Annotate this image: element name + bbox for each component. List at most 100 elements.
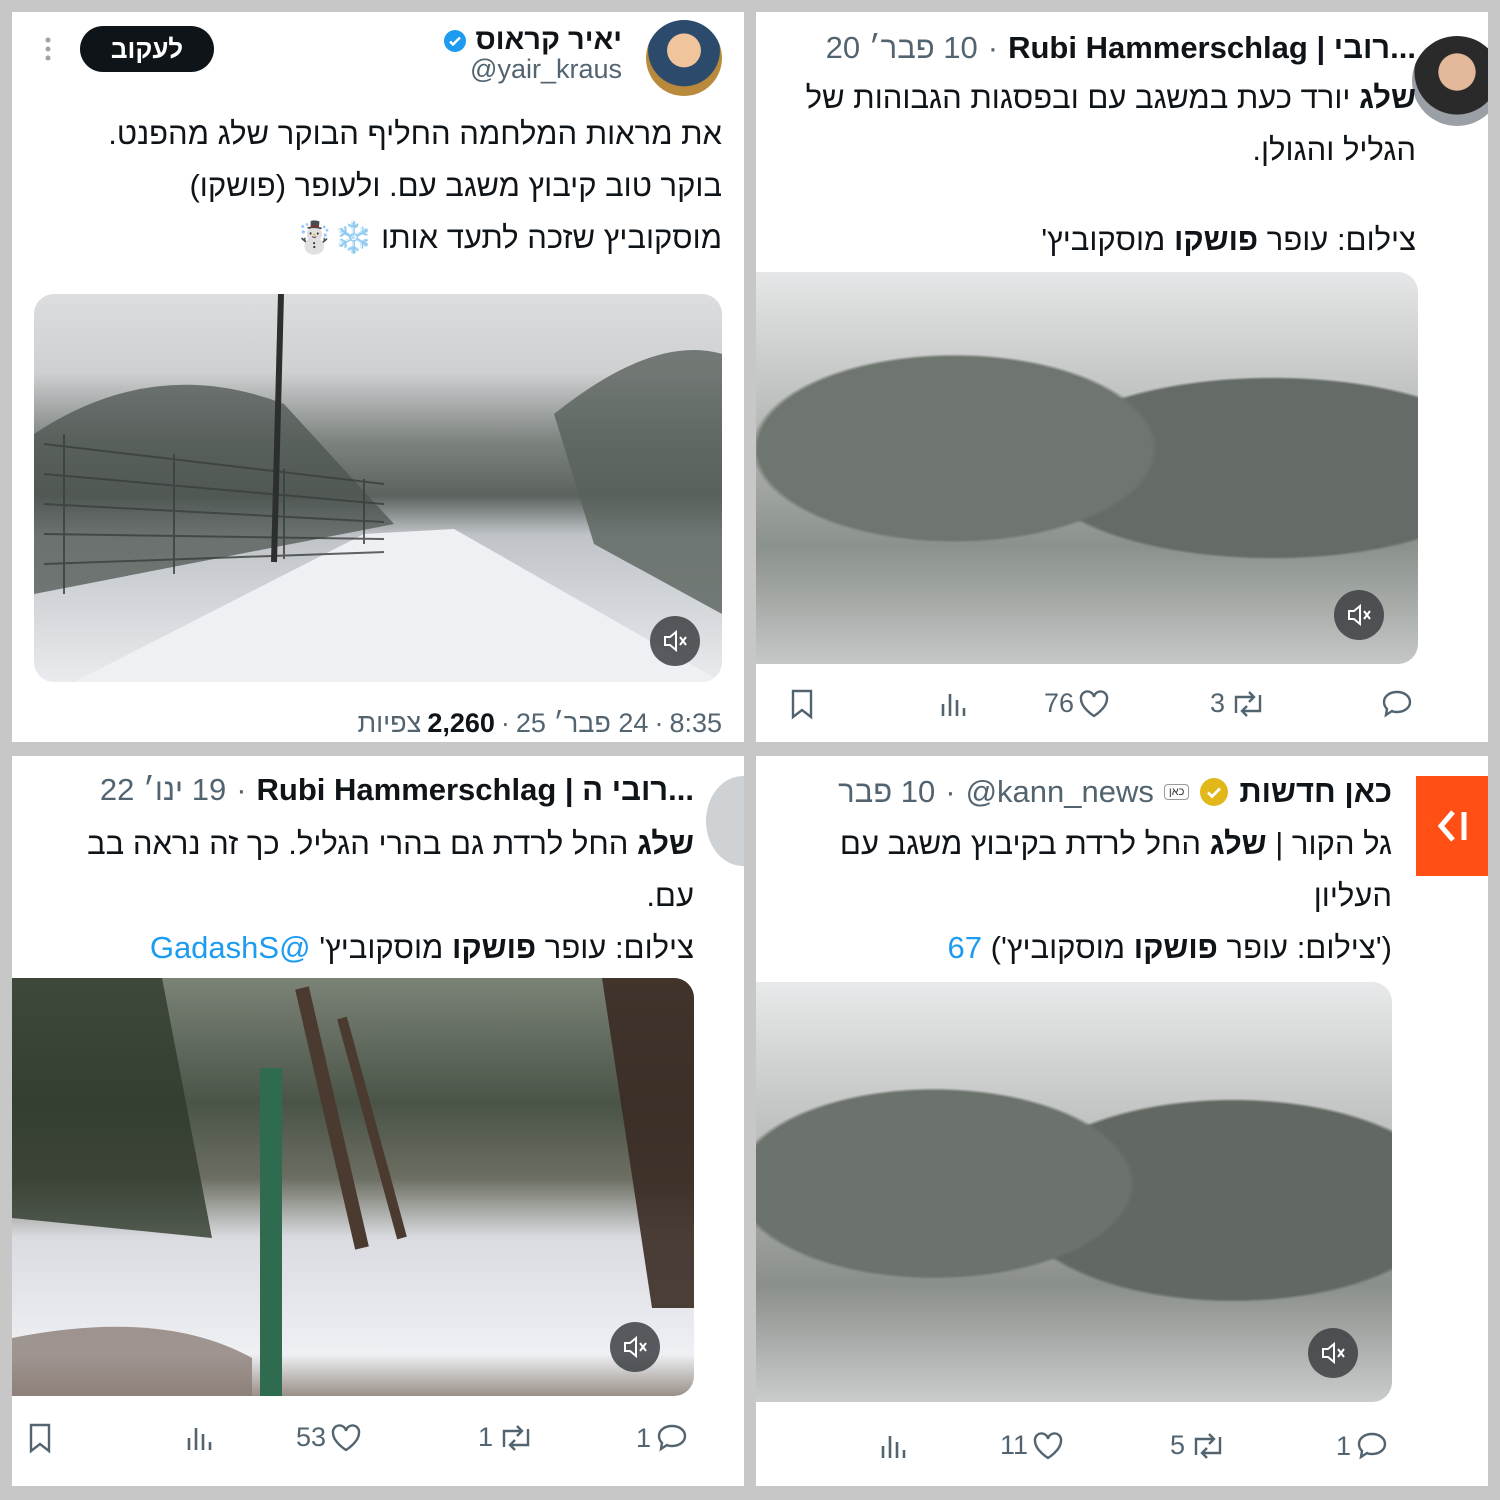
- display-name[interactable]: יאיר קראוס: [475, 24, 622, 57]
- credit-suffix: מוסקוביץ': [319, 930, 444, 965]
- retweet-count: 3: [1210, 688, 1226, 718]
- line-prefix: גל הקור |: [1275, 826, 1392, 861]
- reply-button[interactable]: 1: [1336, 1430, 1389, 1462]
- tweet-line: עם.: [646, 878, 694, 913]
- heart-icon: [1079, 689, 1109, 717]
- volume-mute-icon: [1322, 1341, 1345, 1365]
- view-count: 2,260: [427, 708, 495, 738]
- mention-link[interactable]: @GadashS: [150, 930, 311, 965]
- retweet-count: 1: [478, 1422, 494, 1452]
- tweet-line: יורד כעת במשגב עם ובפסגות הגבוהות של: [805, 80, 1351, 115]
- tweet-line: הגליל והגולן.: [1252, 132, 1416, 167]
- follow-button[interactable]: לעקוב: [80, 26, 214, 72]
- retweet-button[interactable]: 1: [478, 1422, 535, 1453]
- credit-prefix: ('צילום: עופר: [1226, 930, 1392, 965]
- volume-mute-icon: [1348, 603, 1371, 627]
- mute-button[interactable]: [610, 1322, 660, 1372]
- mute-button[interactable]: [1308, 1328, 1358, 1378]
- avatar[interactable]: [706, 776, 744, 866]
- tweet-line: בוקר טוב קיבוץ משגב עם. ולעופר (פושקו): [189, 168, 722, 203]
- park-scene: [12, 978, 694, 1396]
- highlight-word: שלג: [637, 826, 694, 861]
- bookmark-icon: [29, 1423, 51, 1454]
- reply-icon: [657, 1424, 687, 1452]
- credit-bold: פושקו: [1173, 222, 1259, 257]
- analytics-button[interactable]: [878, 1430, 908, 1460]
- credit-suffix: מוסקוביץ'): [990, 930, 1126, 965]
- action-bar: 76 3: [756, 688, 1488, 728]
- reply-icon: [1357, 1432, 1387, 1460]
- bookmark-button[interactable]: [788, 688, 816, 720]
- collapse-arrow-icon: [1437, 810, 1467, 842]
- credit-prefix: צילום: עופר: [1266, 222, 1416, 257]
- tweet-date[interactable]: 10 פבר: [838, 774, 935, 810]
- avatar[interactable]: [646, 20, 722, 96]
- analytics-button[interactable]: [938, 688, 968, 718]
- avatar[interactable]: [1412, 36, 1488, 126]
- heart-icon: [1033, 1431, 1063, 1459]
- like-button[interactable]: 53: [296, 1422, 362, 1453]
- display-name[interactable]: ...רובי ה | Rubi Hammerschlag: [257, 772, 694, 808]
- retweet-button[interactable]: 3: [1210, 688, 1267, 719]
- tweet-kann-news: כאן חדשות כאן @kann_news · 10 פבר גל הקו…: [756, 756, 1488, 1486]
- credit-link[interactable]: 67: [948, 930, 982, 965]
- like-count: 11: [1000, 1430, 1029, 1460]
- tweet-line: החל לרדת בקיבוץ משגב עם: [839, 826, 1202, 861]
- more-vertical-icon[interactable]: [42, 36, 54, 62]
- volume-mute-icon: [664, 629, 687, 653]
- tweet-meta: 8:35 · 24 פבר׳ 25 · 2,260 צפיות: [357, 708, 722, 739]
- mute-button[interactable]: [1334, 590, 1384, 640]
- display-name[interactable]: ...רובי | Rubi Hammerschlag: [1008, 30, 1416, 66]
- tweet-text: את מראות המלחמה החליף הבוקר שלג מהפנט. ב…: [22, 108, 722, 264]
- display-name[interactable]: כאן חדשות: [1239, 774, 1392, 810]
- credit-suffix: מוסקוביץ': [1041, 222, 1166, 257]
- like-count: 53: [296, 1422, 327, 1452]
- retweet-button[interactable]: 5: [1170, 1430, 1227, 1461]
- tweet-line: את מראות המלחמה החליף הבוקר שלג מהפנט.: [108, 116, 722, 151]
- analytics-icon: [881, 1436, 906, 1458]
- tweet-rubi-2: ...רובי ה | Rubi Hammerschlag · 19 ינו׳ …: [12, 756, 744, 1486]
- heart-icon: [331, 1423, 361, 1451]
- tweet-rubi-1: ...רובי | Rubi Hammerschlag · 10 פבר׳ 20…: [756, 12, 1488, 742]
- tweet-line: מוסקוביץ שזכה לתעד אותו ❄️☃️: [295, 220, 722, 255]
- video-snowy-trees[interactable]: [756, 982, 1392, 1402]
- tweet-time[interactable]: 8:35: [669, 708, 722, 739]
- tweet-date[interactable]: 24 פבר׳ 25: [516, 708, 649, 739]
- handle[interactable]: @kann_news: [966, 774, 1154, 810]
- video-snowy-park[interactable]: [12, 978, 694, 1396]
- video-snowy-trees[interactable]: [756, 272, 1418, 664]
- tweet-date[interactable]: 19 ינו׳ 22: [100, 772, 226, 808]
- reply-button[interactable]: 1: [636, 1422, 689, 1454]
- mute-button[interactable]: [650, 616, 700, 666]
- highlight-word: שלג: [1209, 826, 1267, 861]
- reply-count: 1: [636, 1422, 652, 1453]
- handle[interactable]: @yair_kraus: [470, 54, 622, 85]
- tweet-date[interactable]: 10 פבר׳ 20: [826, 30, 978, 66]
- analytics-button[interactable]: [184, 1422, 214, 1452]
- like-count: 76: [1044, 688, 1075, 718]
- org-badge: כאן: [1163, 784, 1190, 800]
- volume-mute-icon: [624, 1335, 647, 1359]
- collapse-button[interactable]: [1416, 776, 1488, 876]
- verified-badge-icon: [444, 29, 467, 52]
- reply-button[interactable]: [1380, 688, 1414, 720]
- tweet-text: שלג החל לרדת גם בהרי הגליל. כך זה נראה ב…: [12, 818, 694, 974]
- retweet-count: 5: [1170, 1430, 1186, 1460]
- reply-count: 1: [1336, 1430, 1352, 1461]
- credit-prefix: צילום: עופר: [544, 930, 694, 965]
- gold-verified-badge-icon: [1200, 778, 1229, 806]
- action-bar: 53 1 1: [12, 1422, 744, 1462]
- like-button[interactable]: 11: [1000, 1430, 1064, 1461]
- tweet-text: גל הקור | שלג החל לרדת בקיבוץ משגב עם הע…: [756, 818, 1392, 974]
- tweet-line: העליון: [1313, 878, 1392, 913]
- tweet-yair-kraus: יאיר קראוס @yair_kraus לעקוב את מראות המ…: [12, 12, 744, 742]
- highlight-word: שלג: [1359, 80, 1416, 115]
- snowy-road-scene: [34, 294, 722, 682]
- analytics-icon: [941, 694, 966, 716]
- retweet-icon: [1234, 690, 1262, 717]
- bookmark-icon: [791, 689, 813, 720]
- video-snowy-road[interactable]: [34, 294, 722, 682]
- bookmark-button[interactable]: [26, 1422, 54, 1454]
- action-bar: 11 5 1: [756, 1430, 1488, 1470]
- like-button[interactable]: 76: [1044, 688, 1110, 719]
